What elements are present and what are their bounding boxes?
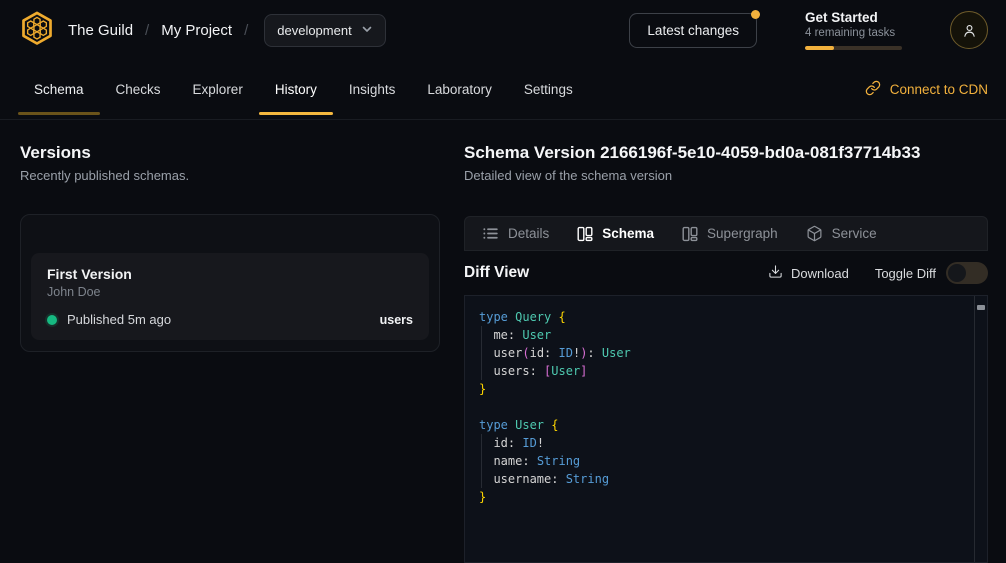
code-line: me: User [479, 326, 973, 344]
nav-tab-insights[interactable]: Insights [333, 60, 412, 119]
panels-icon [577, 226, 593, 242]
environment-selector[interactable]: development [264, 14, 385, 47]
version-status-row: Published 5m ago users [47, 312, 413, 327]
diff-controls: Download Toggle Diff [768, 262, 988, 284]
service-name-badge: users [380, 313, 413, 327]
nav-tab-settings[interactable]: Settings [508, 60, 589, 119]
indent-guide [481, 326, 482, 380]
download-icon [768, 264, 783, 282]
latest-changes-label: Latest changes [647, 23, 739, 38]
breadcrumb-project[interactable]: My Project [161, 22, 232, 39]
versions-list-container: First Version John Doe Published 5m ago … [20, 214, 440, 352]
code-line [479, 398, 973, 416]
panels-icon [682, 226, 698, 242]
get-started-widget[interactable]: Get Started 4 remaining tasks [805, 10, 902, 50]
versions-title: Versions [20, 140, 440, 166]
nav-tab-schema[interactable]: Schema [18, 60, 100, 119]
nav-tab-checks[interactable]: Checks [100, 60, 177, 119]
code-line: username: String [479, 470, 973, 488]
environment-value: development [277, 23, 351, 38]
get-started-progress-fill [805, 46, 834, 50]
detail-tab-details[interactable]: Details [482, 225, 549, 242]
nav-tab-laboratory[interactable]: Laboratory [411, 60, 508, 119]
cube-icon [806, 225, 823, 242]
breadcrumb-separator: / [244, 22, 248, 39]
code-line: type User { [479, 416, 973, 434]
scrollbar-thumb[interactable] [977, 305, 985, 310]
code-line: id: ID! [479, 434, 973, 452]
code-line: } [479, 380, 973, 398]
detail-tab-label: Service [832, 226, 877, 241]
diff-view-title: Diff View [464, 264, 529, 282]
schema-code-panel: type Query { me: User user(id: ID!): Use… [464, 295, 988, 563]
get-started-progress-bar [805, 46, 902, 50]
detail-tabbar: Details Schema Supergraph Service [464, 216, 988, 251]
connect-to-cdn-label: Connect to CDN [890, 82, 988, 97]
version-card[interactable]: First Version John Doe Published 5m ago … [31, 253, 429, 340]
toggle-diff-label: Toggle Diff [875, 266, 936, 281]
version-detail-panel: Schema Version 2166196f-5e10-4059-bd0a-0… [464, 140, 988, 563]
breadcrumb-separator: / [145, 22, 149, 39]
get-started-subtitle: 4 remaining tasks [805, 27, 902, 39]
content: Versions Recently published schemas. Fir… [0, 120, 1006, 563]
detail-tab-label: Schema [602, 226, 654, 241]
notification-dot [751, 10, 760, 19]
toggle-diff-control: Toggle Diff [875, 262, 988, 284]
toggle-diff-switch[interactable] [946, 262, 988, 284]
code-line: type Query { [479, 308, 973, 326]
app-window: The Guild / My Project / development Lat… [0, 0, 1006, 563]
user-icon [961, 22, 978, 39]
versions-subtitle: Recently published schemas. [20, 166, 440, 186]
download-button[interactable]: Download [768, 264, 849, 282]
latest-changes-button[interactable]: Latest changes [629, 13, 757, 48]
scrollbar-track [974, 296, 987, 562]
hive-logo-icon[interactable] [18, 9, 56, 51]
detail-tab-label: Supergraph [707, 226, 778, 241]
main-nav-tabs: SchemaChecksExplorerHistoryInsightsLabor… [18, 60, 589, 119]
toggle-knob [948, 264, 966, 282]
nav-tab-history[interactable]: History [259, 60, 333, 119]
nav-tab-explorer[interactable]: Explorer [177, 60, 259, 119]
diff-view-header: Diff View Download Toggle Diff [464, 251, 988, 295]
version-status: Published 5m ago [67, 312, 171, 327]
detail-tab-service[interactable]: Service [806, 225, 877, 242]
indent-guide [481, 434, 482, 488]
link-icon [865, 80, 881, 99]
get-started-title: Get Started [805, 10, 902, 25]
schema-version-subtitle: Detailed view of the schema version [464, 166, 988, 186]
published-status-dot [47, 315, 57, 325]
chevron-down-icon [361, 23, 373, 38]
schema-version-title: Schema Version 2166196f-5e10-4059-bd0a-0… [464, 140, 988, 166]
code-line: users: [User] [479, 362, 973, 380]
versions-panel: Versions Recently published schemas. Fir… [20, 140, 440, 563]
version-name: First Version [47, 266, 413, 282]
code-content: type Query { me: User user(id: ID!): Use… [465, 296, 987, 518]
download-label: Download [791, 266, 849, 281]
top-bar: The Guild / My Project / development Lat… [0, 0, 1006, 60]
main-nav: SchemaChecksExplorerHistoryInsightsLabor… [0, 60, 1006, 120]
detail-tab-supergraph[interactable]: Supergraph [682, 226, 778, 242]
code-line: user(id: ID!): User [479, 344, 973, 362]
code-line: } [479, 488, 973, 506]
code-line: name: String [479, 452, 973, 470]
breadcrumb: The Guild / My Project / [68, 22, 260, 39]
breadcrumb-org[interactable]: The Guild [68, 22, 133, 39]
detail-tab-label: Details [508, 226, 549, 241]
list-icon [482, 225, 499, 242]
version-author: John Doe [47, 285, 413, 299]
detail-tab-schema[interactable]: Schema [577, 226, 654, 242]
user-avatar[interactable] [950, 11, 988, 49]
connect-to-cdn-button[interactable]: Connect to CDN [865, 60, 988, 119]
